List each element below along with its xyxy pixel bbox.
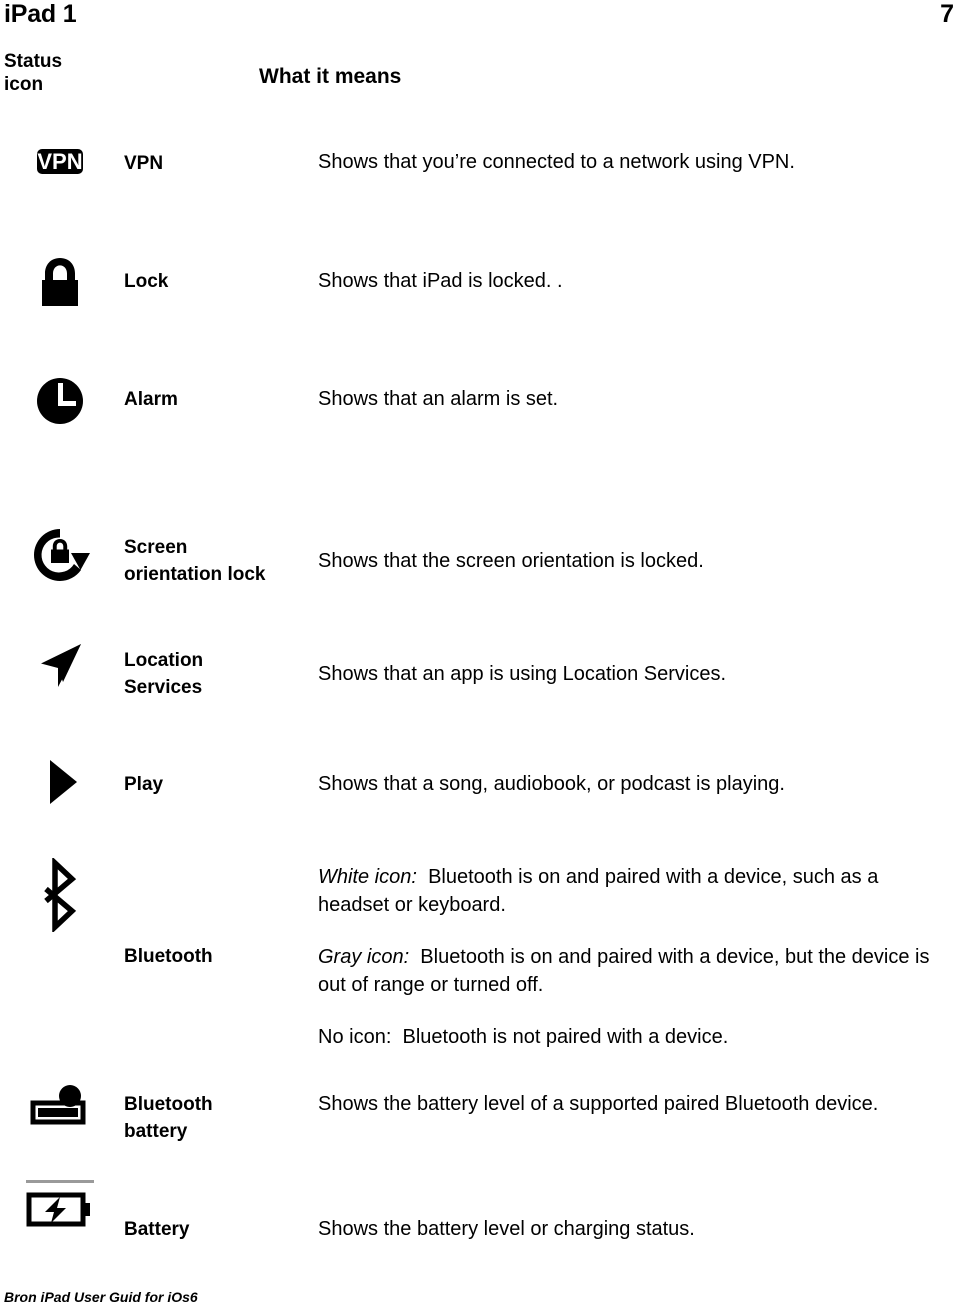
- row-icon-cell: VPN: [0, 145, 120, 179]
- row-name: Screen orientation lock: [124, 534, 314, 588]
- row-icon-cell: [0, 522, 120, 593]
- vpn-icon: VPN: [37, 145, 83, 179]
- description-paragraph-gray-icon: Gray icon: Bluetooth is on and paired wi…: [318, 943, 952, 999]
- row-description: Shows that the screen orientation is loc…: [318, 547, 952, 575]
- row-icon-cell: [0, 1186, 120, 1237]
- bluetooth-battery-icon: [25, 1085, 95, 1136]
- lock-icon: [29, 250, 91, 317]
- column-header-status-icon-line1: Status: [4, 51, 63, 72]
- row-name-line2: battery: [124, 1121, 188, 1142]
- row-name-line2: Services: [124, 677, 203, 698]
- description-paragraph: Shows that an app is using Location Serv…: [318, 663, 727, 685]
- description-paragraph-no-icon: No icon: Bluetooth is not paired with a …: [318, 1023, 952, 1051]
- screen-orientation-lock-icon: [27, 522, 93, 593]
- row-name: Play: [124, 774, 164, 795]
- bluetooth-icon: [33, 856, 87, 937]
- document-title: iPad 1: [4, 0, 77, 28]
- row-description: Shows the battery level of a supported p…: [318, 1090, 952, 1118]
- row-name: Battery: [124, 1219, 190, 1240]
- row-description: Shows that an app is using Location Serv…: [318, 660, 952, 688]
- row-icon-cell: [0, 856, 120, 937]
- description-paragraph: Shows that the screen orientation is loc…: [318, 550, 704, 572]
- row-name-line1: Location: [124, 650, 204, 671]
- no-icon-text: Bluetooth is not paired with a device.: [402, 1026, 729, 1048]
- row-icon-cell: [0, 372, 120, 435]
- row-description: White icon: Bluetooth is on and paired w…: [318, 863, 952, 1051]
- row-icon-cell: [0, 757, 120, 812]
- description-paragraph: Shows the battery level of a supported p…: [318, 1093, 879, 1115]
- gray-icon-text: Bluetooth is on and paired with a device…: [318, 946, 930, 996]
- row-name: Location Services: [124, 647, 314, 701]
- row-name: Lock: [124, 271, 169, 292]
- description-paragraph: Shows the battery level or charging stat…: [318, 1218, 695, 1240]
- row-description: Shows that an alarm is set.: [318, 385, 952, 413]
- description-paragraph-white-icon: White icon: Bluetooth is on and paired w…: [318, 863, 952, 919]
- white-icon-lead: White icon:: [318, 866, 417, 888]
- row-icon-cell: [0, 635, 120, 702]
- row-name: Alarm: [124, 389, 178, 410]
- row-name: Bluetooth: [124, 946, 213, 967]
- gray-icon-lead: Gray icon:: [318, 946, 410, 968]
- row-name-line1: Screen: [124, 537, 188, 558]
- no-icon-lead: No icon:: [318, 1026, 392, 1048]
- table-column-headers: Status icon What it means: [0, 50, 960, 110]
- alarm-clock-icon: [31, 372, 89, 435]
- description-paragraph: Shows that a song, audiobook, or podcast…: [318, 773, 785, 795]
- column-header-status-icon-line2: icon: [4, 74, 44, 95]
- location-services-icon: [29, 635, 91, 702]
- description-paragraph: Shows that an alarm is set.: [318, 388, 559, 410]
- play-icon: [37, 757, 83, 812]
- page-number: 7: [940, 0, 954, 28]
- row-icon-cell: [0, 1085, 120, 1136]
- row-name-line2: orientation lock: [124, 564, 266, 585]
- row-description: Shows that a song, audiobook, or podcast…: [318, 770, 952, 798]
- row-icon-cell: [0, 250, 120, 317]
- row-description: Shows that you’re connected to a network…: [318, 148, 952, 176]
- scan-artifact-rule: [26, 1180, 94, 1183]
- column-header-what-it-means: What it means: [259, 65, 402, 88]
- row-description: Shows that iPad is locked. .: [318, 267, 952, 295]
- vpn-icon-label: VPN: [37, 149, 83, 174]
- battery-charging-icon: [23, 1186, 97, 1237]
- row-description: Shows the battery level or charging stat…: [318, 1215, 952, 1243]
- footer-note: Bron iPad User Guid for iOs6: [4, 1289, 198, 1305]
- row-name: VPN: [124, 153, 164, 174]
- row-name-line1: Bluetooth: [124, 1094, 213, 1115]
- page-header: iPad 1 7: [0, 0, 960, 34]
- row-name: Bluetooth battery: [124, 1091, 314, 1145]
- description-paragraph: Shows that iPad is locked. .: [318, 270, 563, 292]
- column-header-status-icon: Status icon: [4, 50, 114, 96]
- description-paragraph: Shows that you’re connected to a network…: [318, 151, 795, 173]
